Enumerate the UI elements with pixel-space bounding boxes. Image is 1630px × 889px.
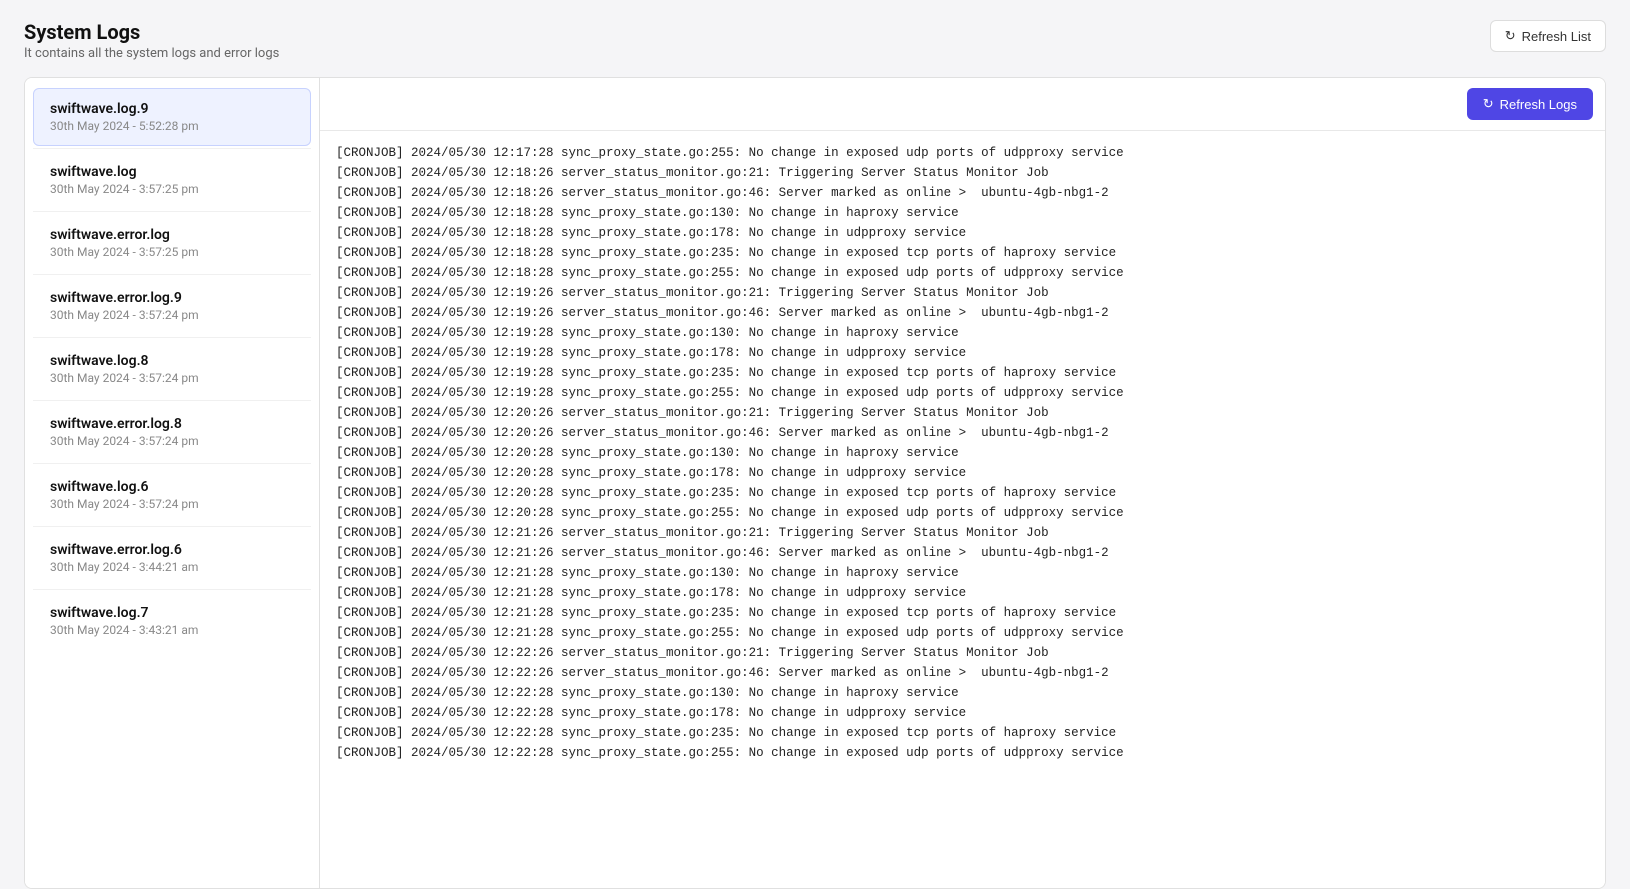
refresh-logs-button[interactable]: ↻ Refresh Logs (1467, 88, 1593, 120)
log-line: [CRONJOB] 2024/05/30 12:20:28 sync_proxy… (336, 483, 1589, 503)
log-line: [CRONJOB] 2024/05/30 12:20:28 sync_proxy… (336, 463, 1589, 483)
log-item-name: swiftwave.error.log.9 (50, 290, 294, 306)
page-subtitle: It contains all the system logs and erro… (24, 46, 279, 61)
log-line: [CRONJOB] 2024/05/30 12:20:28 sync_proxy… (336, 443, 1589, 463)
log-line: [CRONJOB] 2024/05/30 12:21:26 server_sta… (336, 543, 1589, 563)
refresh-logs-label: Refresh Logs (1500, 97, 1577, 112)
page-header: System Logs It contains all the system l… (24, 20, 1606, 61)
log-item[interactable]: swiftwave.log.8 30th May 2024 - 3:57:24 … (33, 340, 311, 398)
log-line: [CRONJOB] 2024/05/30 12:22:28 sync_proxy… (336, 743, 1589, 763)
log-line: [CRONJOB] 2024/05/30 12:18:28 sync_proxy… (336, 243, 1589, 263)
log-line: [CRONJOB] 2024/05/30 12:18:26 server_sta… (336, 163, 1589, 183)
log-content-area: ↻ Refresh Logs [CRONJOB] 2024/05/30 12:1… (320, 78, 1605, 888)
log-item-name: swiftwave.log.8 (50, 353, 294, 369)
log-line: [CRONJOB] 2024/05/30 12:20:26 server_sta… (336, 403, 1589, 423)
log-content-header: ↻ Refresh Logs (320, 78, 1605, 131)
log-item-date: 30th May 2024 - 3:57:25 pm (50, 245, 294, 259)
log-line: [CRONJOB] 2024/05/30 12:22:28 sync_proxy… (336, 703, 1589, 723)
log-line: [CRONJOB] 2024/05/30 12:17:28 sync_proxy… (336, 143, 1589, 163)
log-line: [CRONJOB] 2024/05/30 12:22:26 server_sta… (336, 643, 1589, 663)
log-line: [CRONJOB] 2024/05/30 12:18:26 server_sta… (336, 183, 1589, 203)
log-item[interactable]: swiftwave.error.log.6 30th May 2024 - 3:… (33, 529, 311, 587)
log-item[interactable]: swiftwave.log.9 30th May 2024 - 5:52:28 … (33, 88, 311, 146)
log-line: [CRONJOB] 2024/05/30 12:18:28 sync_proxy… (336, 223, 1589, 243)
log-item-date: 30th May 2024 - 3:57:24 pm (50, 308, 294, 322)
log-line: [CRONJOB] 2024/05/30 12:22:28 sync_proxy… (336, 683, 1589, 703)
log-line: [CRONJOB] 2024/05/30 12:20:28 sync_proxy… (336, 503, 1589, 523)
log-item-name: swiftwave.log.7 (50, 605, 294, 621)
log-line: [CRONJOB] 2024/05/30 12:18:28 sync_proxy… (336, 263, 1589, 283)
log-line: [CRONJOB] 2024/05/30 12:21:28 sync_proxy… (336, 583, 1589, 603)
log-line: [CRONJOB] 2024/05/30 12:19:28 sync_proxy… (336, 323, 1589, 343)
log-item-date: 30th May 2024 - 3:44:21 am (50, 560, 294, 574)
log-line: [CRONJOB] 2024/05/30 12:18:28 sync_proxy… (336, 203, 1589, 223)
log-item-name: swiftwave.log.9 (50, 101, 294, 117)
header-text: System Logs It contains all the system l… (24, 20, 279, 61)
refresh-list-button[interactable]: ↻ Refresh List (1490, 20, 1606, 52)
page-title: System Logs (24, 20, 279, 44)
log-line: [CRONJOB] 2024/05/30 12:22:26 server_sta… (336, 663, 1589, 683)
log-item[interactable]: swiftwave.error.log.8 30th May 2024 - 3:… (33, 403, 311, 461)
log-text-container[interactable]: [CRONJOB] 2024/05/30 12:17:28 sync_proxy… (320, 131, 1605, 888)
main-content: swiftwave.log.9 30th May 2024 - 5:52:28 … (24, 77, 1606, 889)
log-item[interactable]: swiftwave.log.7 30th May 2024 - 3:43:21 … (33, 592, 311, 650)
log-item-date: 30th May 2024 - 3:43:21 am (50, 623, 294, 637)
log-item-name: swiftwave.error.log.6 (50, 542, 294, 558)
log-item-date: 30th May 2024 - 5:52:28 pm (50, 119, 294, 133)
log-line: [CRONJOB] 2024/05/30 12:19:28 sync_proxy… (336, 343, 1589, 363)
log-item[interactable]: swiftwave.log.6 30th May 2024 - 3:57:24 … (33, 466, 311, 524)
log-line: [CRONJOB] 2024/05/30 12:19:28 sync_proxy… (336, 383, 1589, 403)
log-line: [CRONJOB] 2024/05/30 12:19:28 sync_proxy… (336, 363, 1589, 383)
log-item-name: swiftwave.log.6 (50, 479, 294, 495)
log-line: [CRONJOB] 2024/05/30 12:22:28 sync_proxy… (336, 723, 1589, 743)
sidebar: swiftwave.log.9 30th May 2024 - 5:52:28 … (25, 78, 320, 888)
log-line: [CRONJOB] 2024/05/30 12:21:28 sync_proxy… (336, 623, 1589, 643)
log-line: [CRONJOB] 2024/05/30 12:20:26 server_sta… (336, 423, 1589, 443)
log-item[interactable]: swiftwave.error.log 30th May 2024 - 3:57… (33, 214, 311, 272)
log-line: [CRONJOB] 2024/05/30 12:21:28 sync_proxy… (336, 603, 1589, 623)
log-item[interactable]: swiftwave.log 30th May 2024 - 3:57:25 pm (33, 151, 311, 209)
log-item-date: 30th May 2024 - 3:57:24 pm (50, 371, 294, 385)
log-item-date: 30th May 2024 - 3:57:24 pm (50, 497, 294, 511)
log-item-name: swiftwave.log (50, 164, 294, 180)
log-line: [CRONJOB] 2024/05/30 12:19:26 server_sta… (336, 303, 1589, 323)
log-item-name: swiftwave.error.log.8 (50, 416, 294, 432)
log-line: [CRONJOB] 2024/05/30 12:21:28 sync_proxy… (336, 563, 1589, 583)
refresh-list-label: Refresh List (1522, 29, 1591, 44)
log-item[interactable]: swiftwave.error.log.9 30th May 2024 - 3:… (33, 277, 311, 335)
refresh-logs-icon: ↻ (1483, 96, 1494, 112)
log-line: [CRONJOB] 2024/05/30 12:21:26 server_sta… (336, 523, 1589, 543)
log-item-date: 30th May 2024 - 3:57:24 pm (50, 434, 294, 448)
log-item-date: 30th May 2024 - 3:57:25 pm (50, 182, 294, 196)
log-item-name: swiftwave.error.log (50, 227, 294, 243)
refresh-list-icon: ↻ (1505, 28, 1516, 44)
log-line: [CRONJOB] 2024/05/30 12:19:26 server_sta… (336, 283, 1589, 303)
